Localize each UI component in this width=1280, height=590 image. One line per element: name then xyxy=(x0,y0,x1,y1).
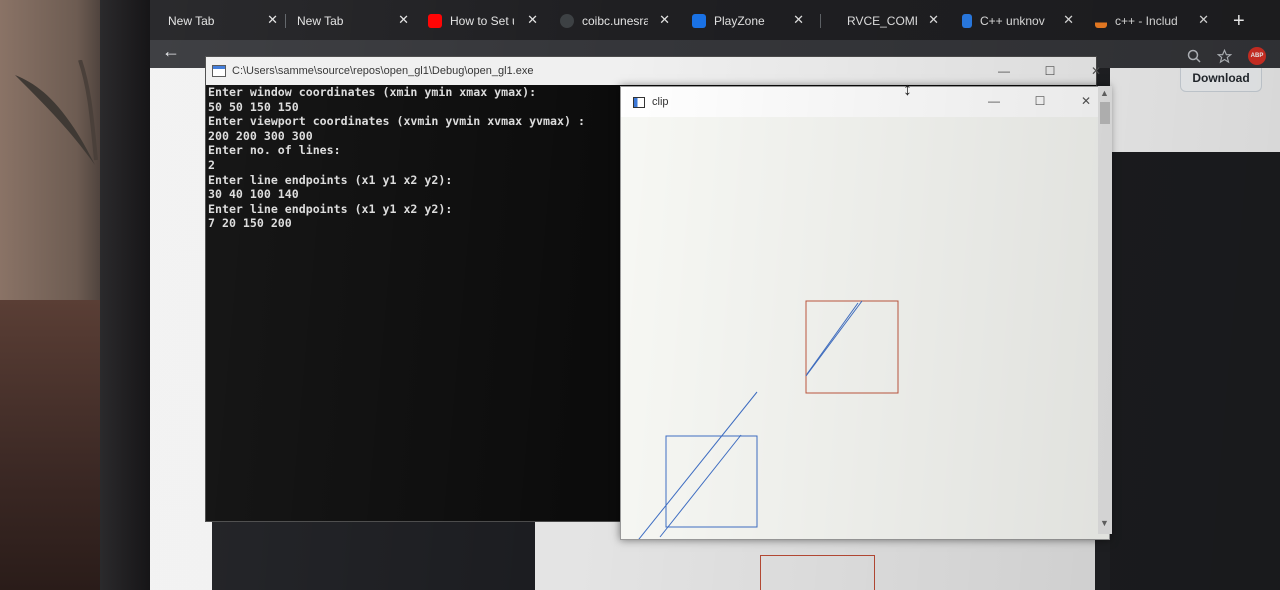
close-icon[interactable]: ✕ xyxy=(928,12,939,28)
tab-label: c++ - Includ xyxy=(1115,14,1178,28)
new-tab-button[interactable]: + xyxy=(1233,11,1245,31)
tab-label: New Tab xyxy=(297,14,344,28)
original-line xyxy=(659,434,742,538)
back-arrow-icon[interactable]: ← xyxy=(162,41,180,62)
close-icon[interactable]: ✕ xyxy=(793,12,804,28)
scroll-down-icon[interactable]: ▼ xyxy=(1100,518,1109,528)
tab-label: How to Set u xyxy=(450,14,514,28)
tab-divider xyxy=(820,14,821,28)
close-icon[interactable]: ✕ xyxy=(398,12,409,28)
plant-leaf-icon xyxy=(15,60,98,165)
close-icon[interactable]: ✕ xyxy=(1063,12,1074,28)
stackoverflow-icon xyxy=(1095,14,1107,28)
github-page-dark-area xyxy=(212,520,535,590)
globe-icon xyxy=(560,14,574,28)
clip-title: clip xyxy=(652,96,669,108)
browser-tab-strip: New Tab ✕ New Tab ✕ How to Set u ✕ coibc… xyxy=(150,0,1280,40)
scroll-up-icon[interactable]: ▲ xyxy=(1100,88,1109,98)
photo-scene: New Tab ✕ New Tab ✕ How to Set u ✕ coibc… xyxy=(0,0,1280,590)
minimize-button[interactable]: — xyxy=(981,57,1027,85)
tab-label: C++ unknov xyxy=(980,14,1045,28)
clipped-line xyxy=(806,302,859,375)
maximize-button[interactable]: ☐ xyxy=(1027,57,1073,85)
console-title-bar[interactable]: C:\Users\samme\source\repos\open_gl1\Deb… xyxy=(206,57,1096,85)
tab-playzone[interactable]: PlayZone ✕ xyxy=(692,8,804,34)
clipped-line xyxy=(805,300,863,377)
tab-new-tab-2[interactable]: New Tab ✕ xyxy=(297,8,409,34)
original-line xyxy=(638,391,758,539)
close-icon[interactable]: ✕ xyxy=(1198,12,1209,28)
minimize-button[interactable]: — xyxy=(971,87,1017,115)
tab-label: RVCE_COMPL xyxy=(847,14,917,28)
bing-icon xyxy=(962,14,972,28)
tab-label: New Tab xyxy=(168,14,215,28)
clipping-window-rect xyxy=(665,435,758,528)
tab-how-to-set[interactable]: How to Set u ✕ xyxy=(428,8,538,34)
tab-coibc[interactable]: coibc.unesra ✕ xyxy=(560,8,670,34)
clip-title-bar[interactable]: clip — ☐ ✕ xyxy=(621,87,1109,117)
maximize-button[interactable]: ☐ xyxy=(1017,87,1063,115)
tab-rvce-compl[interactable]: RVCE_COMPL ✕ xyxy=(847,8,939,34)
console-app-icon xyxy=(212,65,226,77)
output-image-box xyxy=(760,555,875,590)
close-icon[interactable]: ✕ xyxy=(659,12,670,28)
resize-cursor-icon: ↕ xyxy=(903,79,912,99)
desk-background xyxy=(0,300,100,590)
github-page-left xyxy=(150,68,212,590)
clip-window-controls: — ☐ ✕ xyxy=(971,87,1109,115)
console-window-controls: — ☐ ✕ xyxy=(981,57,1280,85)
monitor-bezel xyxy=(100,0,150,590)
tab-cpp-include[interactable]: c++ - Includ ✕ xyxy=(1095,8,1209,34)
clip-window[interactable]: clip — ☐ ✕ xyxy=(620,86,1110,540)
github-page-panel xyxy=(1110,152,1280,590)
tab-label: PlayZone xyxy=(714,14,765,28)
page-scrollbar[interactable]: ▲ ▼ xyxy=(1098,86,1112,534)
tab-label: coibc.unesra xyxy=(582,14,648,28)
close-icon[interactable]: ✕ xyxy=(267,12,278,28)
close-button[interactable]: ✕ xyxy=(1073,57,1119,85)
tab-cpp-unknown[interactable]: C++ unknov ✕ xyxy=(962,8,1074,34)
console-title: C:\Users\samme\source\repos\open_gl1\Deb… xyxy=(232,65,534,77)
clip-canvas xyxy=(638,300,899,539)
scroll-thumb[interactable] xyxy=(1100,102,1110,124)
tab-divider xyxy=(285,14,286,28)
youtube-icon xyxy=(428,14,442,28)
playzone-icon xyxy=(692,14,706,28)
monitor-screen: New Tab ✕ New Tab ✕ How to Set u ✕ coibc… xyxy=(150,0,1280,590)
close-icon[interactable]: ✕ xyxy=(527,12,538,28)
clip-app-icon xyxy=(633,96,645,108)
tab-new-tab-1[interactable]: New Tab ✕ xyxy=(168,8,278,34)
